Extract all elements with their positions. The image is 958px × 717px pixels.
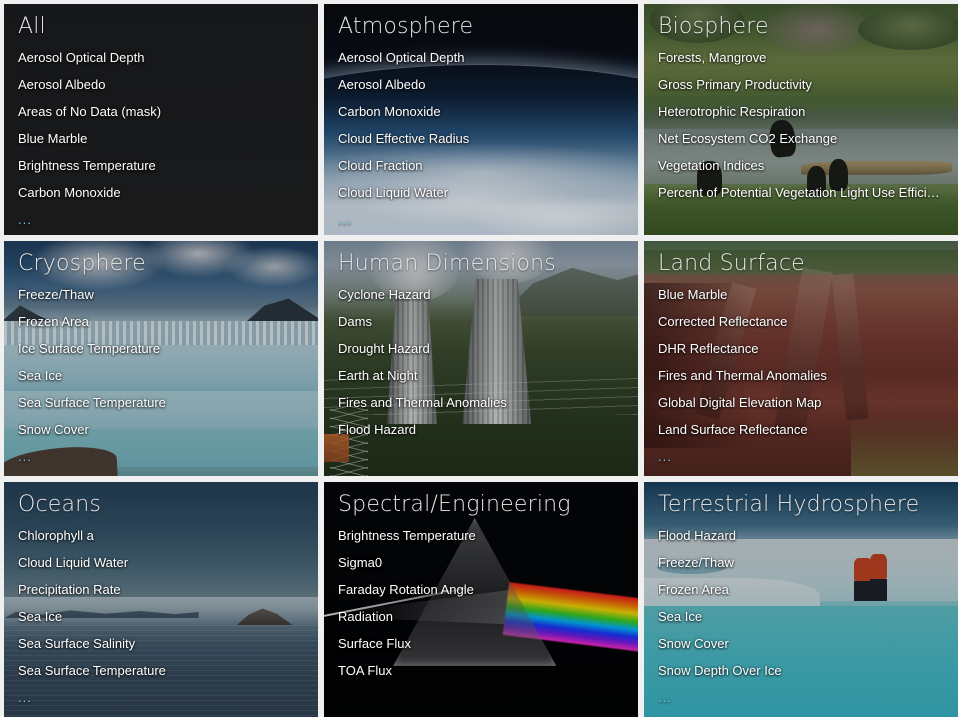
category-card-atmosphere[interactable]: Atmosphere Aerosol Optical Depth Aerosol… [324,4,638,235]
category-card-all[interactable]: All Aerosol Optical Depth Aerosol Albedo… [4,4,318,235]
card-title: Terrestrial Hydrosphere [658,492,920,517]
list-item[interactable]: Sigma0 [338,554,626,571]
list-item[interactable]: Earth at Night [338,367,626,384]
list-item[interactable]: Cyclone Hazard [338,286,626,303]
list-item[interactable]: Freeze/Thaw [18,286,306,303]
list-item[interactable]: Faraday Rotation Angle [338,581,626,598]
card-title: Atmosphere [338,14,474,39]
list-item[interactable]: Sea Surface Temperature [18,662,306,679]
card-item-list: Aerosol Optical Depth Aerosol Albedo Car… [338,49,626,228]
list-item[interactable]: DHR Reflectance [658,340,946,357]
list-item[interactable]: TOA Flux [338,662,626,679]
card-item-list: Chlorophyll a Cloud Liquid Water Precipi… [18,527,306,706]
list-item[interactable]: Forests, Mangrove [658,49,946,66]
card-content: Atmosphere Aerosol Optical Depth Aerosol… [324,4,638,235]
list-item[interactable]: Aerosol Albedo [18,76,306,93]
card-item-list: Forests, Mangrove Gross Primary Producti… [658,49,946,201]
category-card-grid: All Aerosol Optical Depth Aerosol Albedo… [0,0,958,717]
card-title: Biosphere [658,14,769,39]
list-item[interactable]: Aerosol Optical Depth [18,49,306,66]
list-item[interactable]: Sea Surface Temperature [18,394,306,411]
list-item[interactable]: Sea Ice [18,608,306,625]
list-item[interactable]: Areas of No Data (mask) [18,103,306,120]
list-item[interactable]: Aerosol Optical Depth [338,49,626,66]
list-item[interactable]: Net Ecosystem CO2 Exchange [658,130,946,147]
list-item[interactable]: Cloud Effective Radius [338,130,626,147]
card-content: Terrestrial Hydrosphere Flood Hazard Fre… [644,482,958,717]
card-item-list: Flood Hazard Freeze/Thaw Frozen Area Sea… [658,527,946,706]
list-item[interactable]: Ice Surface Temperature [18,340,306,357]
list-item[interactable]: Percent of Potential Vegetation Light Us… [658,184,946,201]
card-content: Land Surface Blue Marble Corrected Refle… [644,241,958,476]
list-item[interactable]: Fires and Thermal Anomalies [338,394,626,411]
more-items-indicator[interactable]: ... [658,689,946,706]
card-content: Human Dimensions Cyclone Hazard Dams Dro… [324,241,638,476]
card-item-list: Freeze/Thaw Frozen Area Ice Surface Temp… [18,286,306,465]
card-item-list: Cyclone Hazard Dams Drought Hazard Earth… [338,286,626,438]
category-card-spectral-engineering[interactable]: Spectral/Engineering Brightness Temperat… [324,482,638,717]
list-item[interactable]: Corrected Reflectance [658,313,946,330]
card-content: Oceans Chlorophyll a Cloud Liquid Water … [4,482,318,717]
card-title: Land Surface [658,251,805,276]
list-item[interactable]: Chlorophyll a [18,527,306,544]
list-item[interactable]: Radiation [338,608,626,625]
card-title: Human Dimensions [338,251,556,276]
category-card-human-dimensions[interactable]: Human Dimensions Cyclone Hazard Dams Dro… [324,241,638,476]
card-item-list: Aerosol Optical Depth Aerosol Albedo Are… [18,49,306,228]
category-card-biosphere[interactable]: Biosphere Forests, Mangrove Gross Primar… [644,4,958,235]
card-item-list: Blue Marble Corrected Reflectance DHR Re… [658,286,946,465]
list-item[interactable]: Surface Flux [338,635,626,652]
list-item[interactable]: Sea Ice [18,367,306,384]
category-card-oceans[interactable]: Oceans Chlorophyll a Cloud Liquid Water … [4,482,318,717]
card-title: Spectral/Engineering [338,492,571,517]
list-item[interactable]: Frozen Area [18,313,306,330]
card-title: Oceans [18,492,102,517]
list-item[interactable]: Dams [338,313,626,330]
list-item[interactable]: Brightness Temperature [18,157,306,174]
list-item[interactable]: Global Digital Elevation Map [658,394,946,411]
list-item[interactable]: Snow Depth Over Ice [658,662,946,679]
list-item[interactable]: Cloud Liquid Water [18,554,306,571]
list-item[interactable]: Blue Marble [658,286,946,303]
list-item[interactable]: Sea Ice [658,608,946,625]
list-item[interactable]: Carbon Monoxide [18,184,306,201]
category-card-land-surface[interactable]: Land Surface Blue Marble Corrected Refle… [644,241,958,476]
list-item[interactable]: Aerosol Albedo [338,76,626,93]
list-item[interactable]: Snow Cover [18,421,306,438]
card-item-list: Brightness Temperature Sigma0 Faraday Ro… [338,527,626,679]
list-item[interactable]: Gross Primary Productivity [658,76,946,93]
list-item[interactable]: Flood Hazard [338,421,626,438]
card-content: Biosphere Forests, Mangrove Gross Primar… [644,4,958,235]
list-item[interactable]: Freeze/Thaw [658,554,946,571]
list-item[interactable]: Fires and Thermal Anomalies [658,367,946,384]
list-item[interactable]: Sea Surface Salinity [18,635,306,652]
list-item[interactable]: Drought Hazard [338,340,626,357]
list-item[interactable]: Heterotrophic Respiration [658,103,946,120]
list-item[interactable]: Cloud Fraction [338,157,626,174]
list-item[interactable]: Land Surface Reflectance [658,421,946,438]
card-content: All Aerosol Optical Depth Aerosol Albedo… [4,4,318,235]
more-items-indicator[interactable]: ... [338,211,626,228]
more-items-indicator[interactable]: ... [18,448,306,465]
more-items-indicator[interactable]: ... [658,448,946,465]
card-title: All [18,14,46,39]
list-item[interactable]: Snow Cover [658,635,946,652]
list-item[interactable]: Flood Hazard [658,527,946,544]
list-item[interactable]: Vegetation Indices [658,157,946,174]
more-items-indicator[interactable]: ... [18,689,306,706]
list-item[interactable]: Frozen Area [658,581,946,598]
category-card-cryosphere[interactable]: Cryosphere Freeze/Thaw Frozen Area Ice S… [4,241,318,476]
more-items-indicator[interactable]: ... [18,211,306,228]
list-item[interactable]: Precipitation Rate [18,581,306,598]
list-item[interactable]: Brightness Temperature [338,527,626,544]
card-content: Spectral/Engineering Brightness Temperat… [324,482,638,717]
list-item[interactable]: Cloud Liquid Water [338,184,626,201]
card-content: Cryosphere Freeze/Thaw Frozen Area Ice S… [4,241,318,476]
category-card-terrestrial-hydrosphere[interactable]: Terrestrial Hydrosphere Flood Hazard Fre… [644,482,958,717]
card-title: Cryosphere [18,251,146,276]
list-item[interactable]: Blue Marble [18,130,306,147]
list-item[interactable]: Carbon Monoxide [338,103,626,120]
